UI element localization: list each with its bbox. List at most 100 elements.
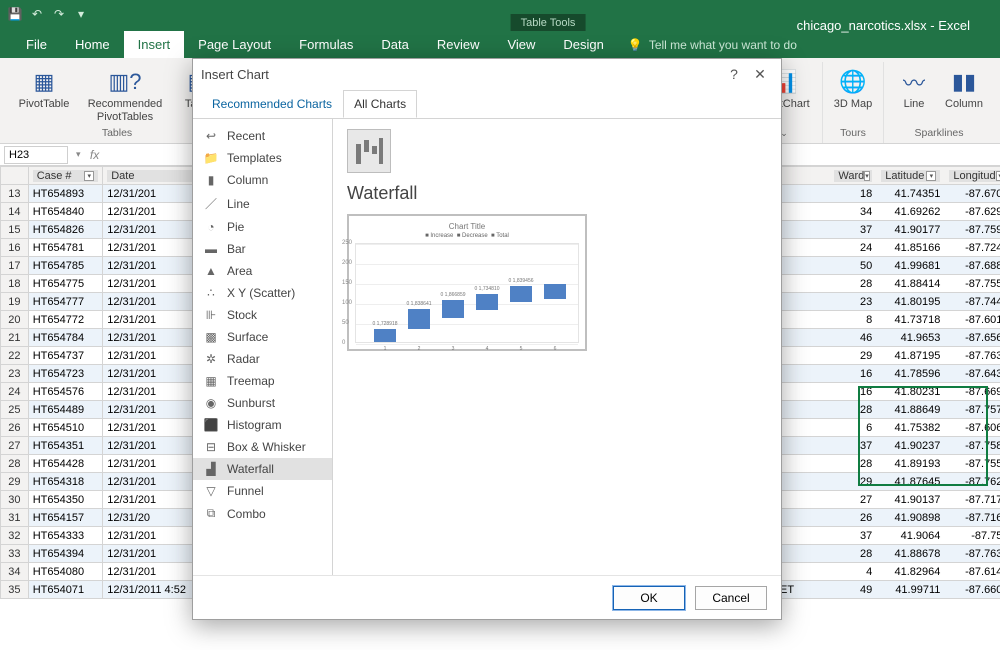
pivot-table-icon: ▦ [28, 66, 60, 98]
sparkline-column-label: Column [945, 98, 983, 111]
chart-type-bar[interactable]: ▬Bar [193, 238, 332, 260]
globe-icon: 🌐 [837, 66, 869, 98]
dialog-title-bar: Insert Chart ? ✕ [193, 59, 781, 89]
chart-type-treemap[interactable]: ▦Treemap [193, 370, 332, 392]
name-box[interactable] [4, 146, 68, 164]
tab-data[interactable]: Data [367, 31, 422, 58]
save-icon[interactable]: 💾 [6, 5, 24, 23]
cancel-button[interactable]: Cancel [695, 586, 767, 610]
tab-all-charts[interactable]: All Charts [343, 90, 417, 118]
tell-me-search[interactable]: 💡 Tell me what you want to do [618, 32, 807, 58]
surface-icon: ▩ [203, 330, 219, 344]
dialog-tabs: Recommended Charts All Charts [193, 89, 781, 119]
sparkline-line-button[interactable]: 〰 Line [892, 62, 936, 111]
chart-type-surface[interactable]: ▩Surface [193, 326, 332, 348]
chart-type-line[interactable]: ／Line [193, 191, 332, 216]
chart-type-radar[interactable]: ✲Radar [193, 348, 332, 370]
group-label-tables: Tables [102, 125, 132, 143]
chart-type-x-y-scatter-[interactable]: ∴X Y (Scatter) [193, 282, 332, 304]
chart-type-recent[interactable]: ↩Recent [193, 125, 332, 147]
chart-type-combo[interactable]: ⧉Combo [193, 502, 332, 525]
chart-subtype-waterfall[interactable] [347, 129, 391, 173]
filter-icon[interactable]: ▾ [996, 171, 1000, 181]
quick-access-toolbar: 💾 ↶ ↷ ▾ [0, 5, 96, 23]
chart-type-histogram[interactable]: ⬛Histogram [193, 414, 332, 436]
combo-icon: ⧉ [203, 506, 219, 521]
box-whisker-icon: ⊟ [203, 440, 219, 454]
histogram-icon: ⬛ [203, 418, 219, 432]
chart-subtype-title: Waterfall [347, 183, 767, 204]
funnel-icon: ▽ [203, 484, 219, 498]
tab-design[interactable]: Design [549, 31, 617, 58]
tab-view[interactable]: View [493, 31, 549, 58]
waterfall-icon [354, 136, 384, 166]
ribbon-group-tours: 🌐 3D Map Tours [823, 62, 884, 143]
fx-icon[interactable]: fx [85, 148, 105, 162]
tab-review[interactable]: Review [423, 31, 494, 58]
tell-me-placeholder: Tell me what you want to do [649, 38, 797, 52]
sparkline-column-button[interactable]: ▮▮ Column [942, 62, 986, 111]
chart-type-pie[interactable]: ◔Pie [193, 216, 332, 238]
3d-map-label: 3D Map [834, 98, 873, 111]
sparkline-column-icon: ▮▮ [948, 66, 980, 98]
chart-preview[interactable]: Chart Title ■ Increase ■ Decrease ■ Tota… [347, 214, 587, 351]
preview-legend: ■ Increase ■ Decrease ■ Total [355, 233, 579, 239]
tab-insert[interactable]: Insert [124, 31, 185, 58]
undo-icon[interactable]: ↶ [28, 5, 46, 23]
area-icon: ▲ [203, 264, 219, 278]
chart-type-sunburst[interactable]: ◉Sunburst [193, 392, 332, 414]
radar-icon: ✲ [203, 352, 219, 366]
chart-type-area[interactable]: ▲Area [193, 260, 332, 282]
preview-chart-area: 0501001502002500 1,72891810 1,83864120 1… [355, 243, 579, 343]
sparkline-line-icon: 〰 [898, 66, 930, 98]
chart-type-column[interactable]: ▮Column [193, 169, 332, 191]
chart-type-waterfall[interactable]: ▟Waterfall [193, 458, 332, 480]
sunburst-icon: ◉ [203, 396, 219, 410]
sparkline-line-label: Line [904, 98, 925, 111]
group-label-tours: Tours [840, 125, 866, 143]
tab-page-layout[interactable]: Page Layout [184, 31, 285, 58]
recommended-pivot-label: Recommended PivotTables [80, 98, 170, 123]
dialog-title: Insert Chart [201, 67, 269, 82]
chart-type-box-whisker[interactable]: ⊟Box & Whisker [193, 436, 332, 458]
chart-type-funnel[interactable]: ▽Funnel [193, 480, 332, 502]
title-bar: 💾 ↶ ↷ ▾ Table Tools chicago_narcotics.xl… [0, 0, 1000, 28]
treemap-icon: ▦ [203, 374, 219, 388]
dialog-help-button[interactable]: ? [721, 66, 747, 82]
redo-icon[interactable]: ↷ [50, 5, 68, 23]
dialog-close-button[interactable]: ✕ [747, 66, 773, 83]
pie-icon: ◔ [203, 220, 219, 234]
qat-dropdown-icon[interactable]: ▾ [72, 5, 90, 23]
lightbulb-icon: 💡 [628, 38, 643, 52]
stock-icon: ⊪ [203, 308, 219, 322]
templates-icon: 📁 [203, 151, 219, 165]
tab-home[interactable]: Home [61, 31, 124, 58]
recommended-pivot-icon: ▥? [109, 66, 141, 98]
group-label-sparklines: Sparklines [914, 125, 963, 143]
chart-type-templates[interactable]: 📁Templates [193, 147, 332, 169]
window-title: chicago_narcotics.xlsx - Excel [797, 18, 970, 33]
ribbon-group-sparklines: 〰 Line ▮▮ Column Sparklines [884, 62, 994, 143]
chart-type-list: ↩Recent📁Templates▮Column／Line◔Pie▬Bar▲Ar… [193, 119, 333, 575]
ok-button[interactable]: OK [613, 586, 685, 610]
recommended-pivot-button[interactable]: ▥? Recommended PivotTables [80, 62, 170, 123]
insert-chart-dialog: Insert Chart ? ✕ Recommended Charts All … [192, 58, 782, 620]
x-y-scatter--icon: ∴ [203, 286, 219, 300]
filter-icon[interactable]: ▾ [926, 171, 936, 181]
namebox-dropdown-icon[interactable]: ▾ [72, 149, 85, 160]
contextual-tab-label: Table Tools [511, 14, 586, 31]
pivot-table-label: PivotTable [19, 98, 70, 111]
tab-formulas[interactable]: Formulas [285, 31, 367, 58]
bar-icon: ▬ [203, 242, 219, 256]
preview-title: Chart Title [355, 222, 579, 231]
filter-icon[interactable]: ▾ [864, 171, 870, 181]
tab-file[interactable]: File [12, 31, 61, 58]
filter-icon[interactable]: ▾ [84, 171, 94, 181]
chart-type-stock[interactable]: ⊪Stock [193, 304, 332, 326]
3d-map-button[interactable]: 🌐 3D Map [831, 62, 875, 111]
column-icon: ▮ [203, 173, 219, 187]
recent-icon: ↩ [203, 129, 219, 143]
tab-recommended-charts[interactable]: Recommended Charts [201, 90, 343, 118]
line-icon: ／ [203, 195, 219, 212]
pivot-table-button[interactable]: ▦ PivotTable [14, 62, 74, 111]
